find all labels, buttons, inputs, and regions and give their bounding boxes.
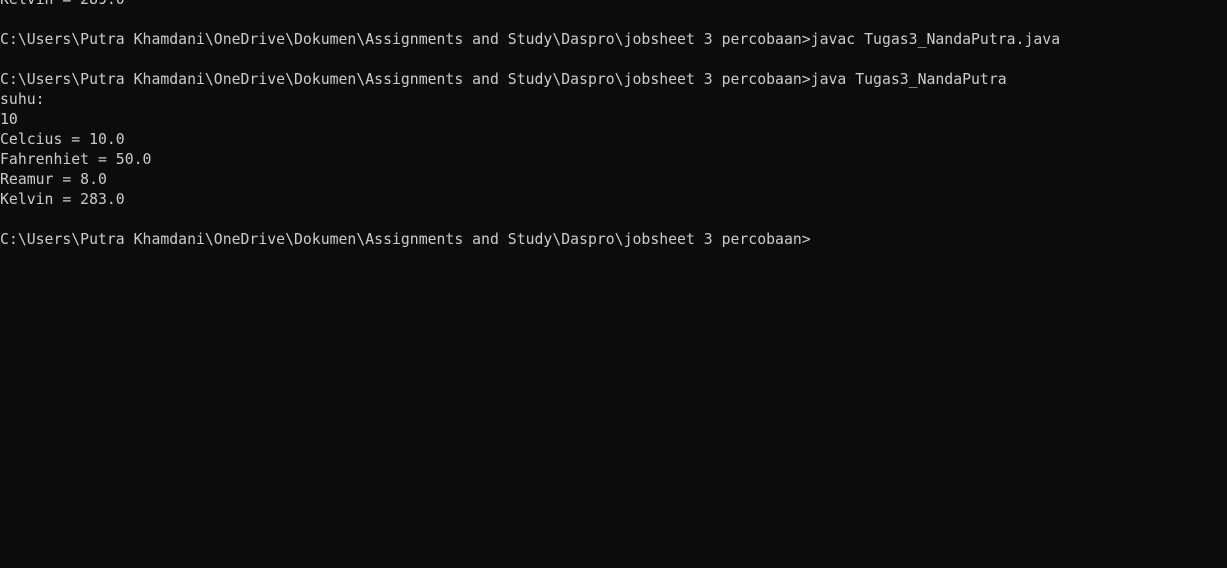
output-line-kelvin: Kelvin = 283.0 <box>0 191 125 208</box>
output-line-fahrenhiet: Fahrenhiet = 50.0 <box>0 151 152 168</box>
output-line-suhu-label: suhu: <box>0 91 45 108</box>
input-line-suhu-value: 10 <box>0 111 18 128</box>
prompt-line-java: C:\Users\Putra Khamdani\OneDrive\Dokumen… <box>0 71 1007 88</box>
terminal-output: Kelvin = 289.0 C:\Users\Putra Khamdani\O… <box>0 0 1060 250</box>
terminal-window[interactable]: Kelvin = 289.0 C:\Users\Putra Khamdani\O… <box>0 0 1227 568</box>
current-prompt-line[interactable]: C:\Users\Putra Khamdani\OneDrive\Dokumen… <box>0 230 1060 250</box>
prompt-line-javac: C:\Users\Putra Khamdani\OneDrive\Dokumen… <box>0 31 1061 48</box>
output-line-kelvin-previous: Kelvin = 289.0 <box>0 0 1060 10</box>
output-line-celcius: Celcius = 10.0 <box>0 131 125 148</box>
output-line-reamur: Reamur = 8.0 <box>0 171 107 188</box>
